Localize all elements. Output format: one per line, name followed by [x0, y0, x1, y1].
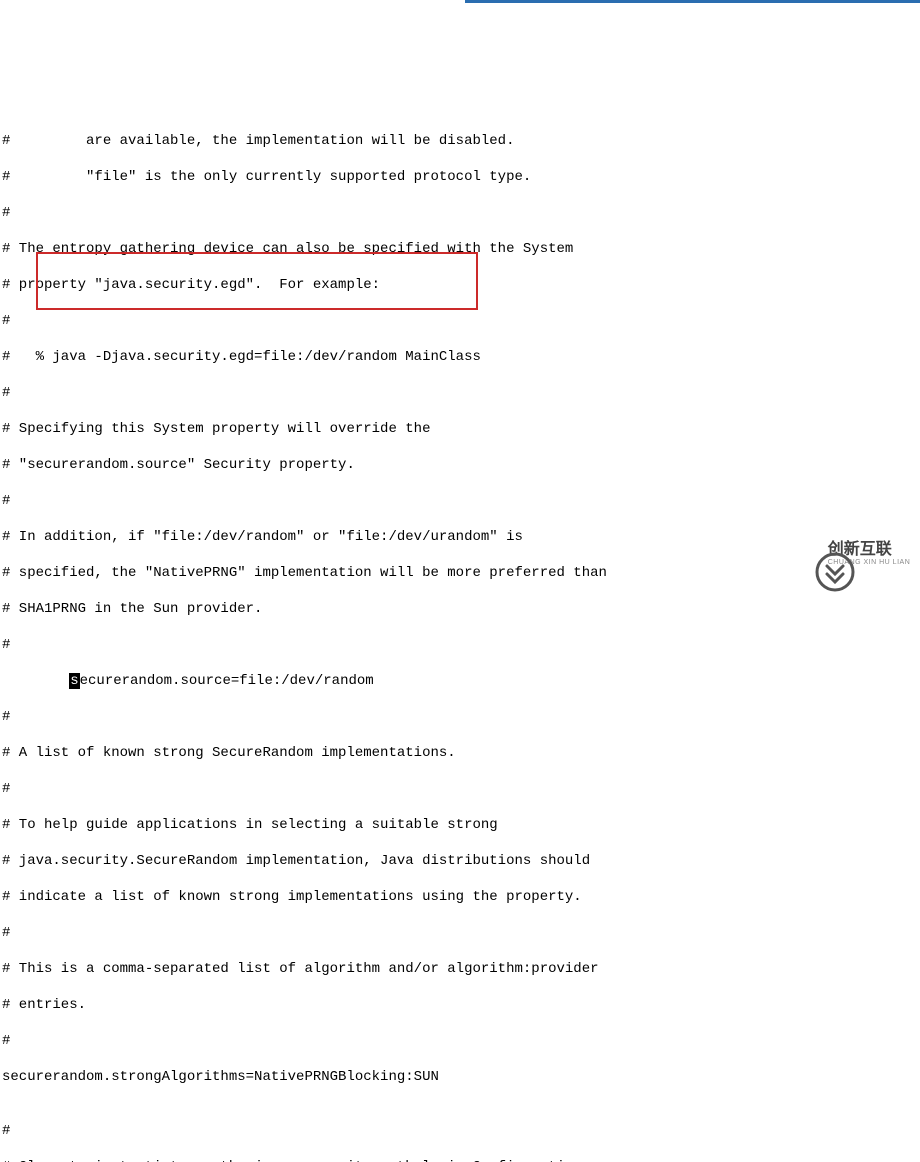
- code-line: # This is a comma-separated list of algo…: [2, 960, 918, 978]
- code-line: # entries.: [2, 996, 918, 1014]
- code-line: # % java -Djava.security.egd=file:/dev/r…: [2, 348, 918, 366]
- watermark-logo-icon: [782, 534, 822, 574]
- code-line: securerandom.strongAlgorithms=NativePRNG…: [2, 1068, 918, 1086]
- code-line: # property "java.security.egd". For exam…: [2, 276, 918, 294]
- code-line: #: [2, 1122, 918, 1140]
- code-line: # Class to instantiate as the javax.secu…: [2, 1158, 918, 1162]
- code-line: #: [2, 492, 918, 510]
- code-line: # To help guide applications in selectin…: [2, 816, 918, 834]
- config-line-securerandom-source: securerandom.source=file:/dev/random: [2, 672, 918, 690]
- watermark: 创新互联 CHUANG XIN HU LIAN: [772, 527, 920, 581]
- code-line: #: [2, 1032, 918, 1050]
- code-line: #: [2, 636, 918, 654]
- code-line: # The entropy gathering device can also …: [2, 240, 918, 258]
- code-line: #: [2, 780, 918, 798]
- code-line: # indicate a list of known strong implem…: [2, 888, 918, 906]
- code-line: #: [2, 924, 918, 942]
- code-line: # java.security.SecureRandom implementat…: [2, 852, 918, 870]
- line-indent: [2, 673, 69, 689]
- code-line: # "file" is the only currently supported…: [2, 168, 918, 186]
- code-line: #: [2, 708, 918, 726]
- code-line: #: [2, 204, 918, 222]
- code-line: # SHA1PRNG in the Sun provider.: [2, 600, 918, 618]
- window-top-accent: [465, 0, 920, 3]
- line-rest: ecurerandom.source=file:/dev/random: [80, 673, 374, 689]
- code-line: #: [2, 384, 918, 402]
- code-line: # are available, the implementation will…: [2, 132, 918, 150]
- text-cursor: s: [69, 673, 79, 689]
- code-line: # "securerandom.source" Security propert…: [2, 456, 918, 474]
- code-line: #: [2, 312, 918, 330]
- code-line: # Specifying this System property will o…: [2, 420, 918, 438]
- file-content: # are available, the implementation will…: [2, 114, 918, 1162]
- code-line: # A list of known strong SecureRandom im…: [2, 744, 918, 762]
